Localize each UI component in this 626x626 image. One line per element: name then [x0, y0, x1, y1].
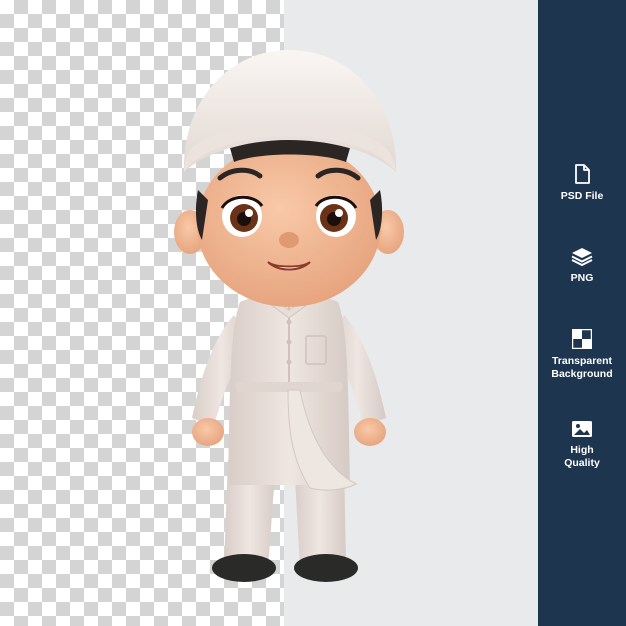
checkerboard-icon: [572, 329, 592, 349]
feature-high-quality: High Quality: [538, 420, 626, 470]
image-icon: [572, 421, 592, 437]
feature-png: PNG: [538, 246, 626, 285]
feature-transparent-background: Transparent Background: [538, 329, 626, 381]
feature-label: High Quality: [564, 444, 600, 469]
left-shoe: [212, 554, 276, 582]
file-icon: [575, 164, 590, 184]
right-shoe: [294, 554, 358, 582]
character-illustration: [174, 50, 404, 582]
right-hand: [354, 418, 386, 446]
feature-label: PNG: [570, 272, 594, 284]
feature-label: PSD File: [560, 190, 604, 202]
left-hand: [192, 418, 224, 446]
feature-label: Transparent Background: [551, 355, 613, 380]
feature-psd-file: PSD File: [538, 164, 626, 203]
feature-sidebar: PSD File PNG Transparent Background High…: [538, 0, 626, 626]
layers-icon: [571, 248, 593, 266]
